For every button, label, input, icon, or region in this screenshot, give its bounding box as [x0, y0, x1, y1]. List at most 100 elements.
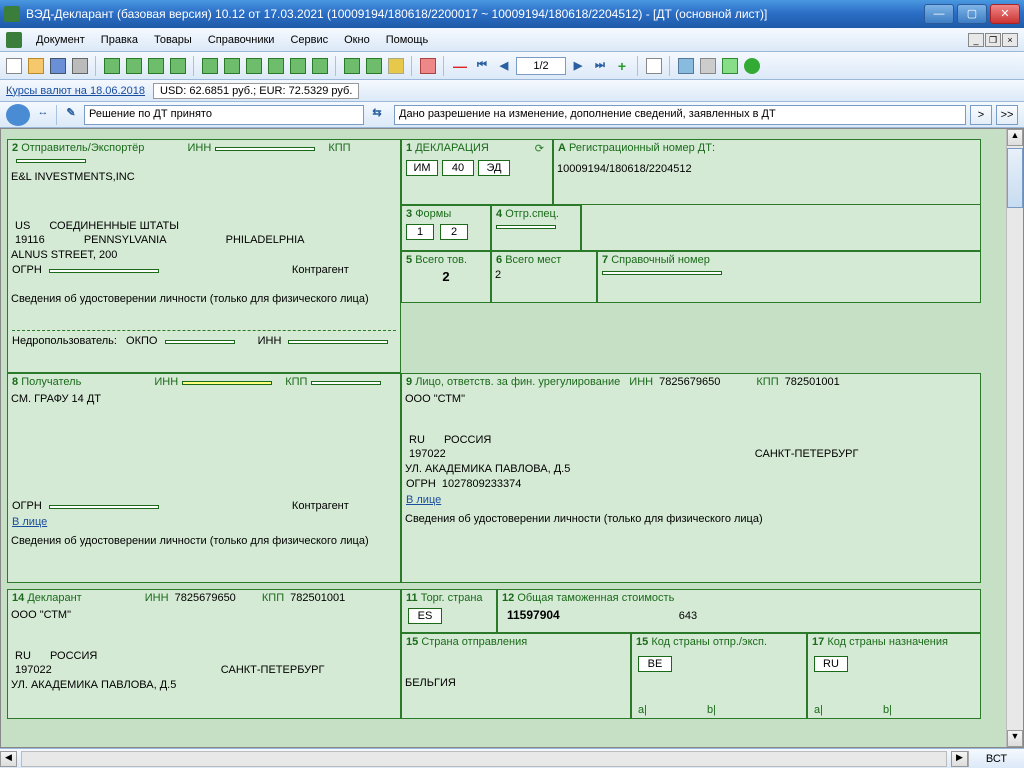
- c14-street[interactable]: УЛ. АКАДЕМИКА ПАВЛОВА, Д.5: [8, 678, 400, 692]
- mdi-restore[interactable]: ❐: [985, 33, 1001, 47]
- tb-ext4[interactable]: [742, 56, 762, 76]
- tb-g3[interactable]: [146, 56, 166, 76]
- nav-gtgt[interactable]: >>: [996, 105, 1018, 125]
- c2-okpo-field[interactable]: [165, 340, 235, 344]
- info-prev-icon[interactable]: ↔: [34, 106, 52, 124]
- c3-v2[interactable]: 2: [440, 224, 468, 240]
- c14-cc[interactable]: RU: [12, 649, 34, 663]
- tb-add[interactable]: +: [612, 56, 632, 76]
- mdi-close[interactable]: ×: [1002, 33, 1018, 47]
- tb-y1[interactable]: [386, 56, 406, 76]
- horizontal-scrollbar[interactable]: [21, 751, 947, 767]
- menu-help[interactable]: Помощь: [378, 31, 437, 49]
- c4-field[interactable]: [496, 225, 556, 229]
- c9-cc[interactable]: RU: [406, 433, 428, 447]
- c2-street[interactable]: ALNUS STREET, 200: [8, 248, 400, 262]
- c9-ogrn-val[interactable]: 1027809233374: [439, 477, 525, 491]
- mdi-minimize[interactable]: _: [968, 33, 984, 47]
- c17-val[interactable]: RU: [814, 656, 848, 672]
- menu-goods[interactable]: Товары: [146, 31, 200, 49]
- c12-v1[interactable]: 11597904: [504, 607, 563, 623]
- c8-kpp-field[interactable]: [311, 381, 381, 385]
- info-swap-icon[interactable]: ⇆: [368, 106, 386, 124]
- tb-g5[interactable]: [200, 56, 220, 76]
- tb-g7[interactable]: [244, 56, 264, 76]
- c2-name[interactable]: E&L INVESTMENTS,INC: [8, 170, 400, 184]
- tb-check[interactable]: [644, 56, 664, 76]
- c1-40[interactable]: 40: [442, 160, 474, 176]
- tb-ext3[interactable]: [720, 56, 740, 76]
- c8-inn-field[interactable]: [182, 381, 272, 385]
- c7-field[interactable]: [602, 271, 722, 275]
- tb-del[interactable]: —: [450, 56, 470, 76]
- menu-document[interactable]: Документ: [28, 31, 93, 49]
- tb-g4[interactable]: [168, 56, 188, 76]
- tb-print[interactable]: [70, 56, 90, 76]
- c14-city[interactable]: САНКТ-ПЕТЕРБУРГ: [218, 663, 328, 677]
- c14-zip[interactable]: 197022: [12, 663, 55, 677]
- scroll-thumb[interactable]: [1007, 148, 1023, 208]
- tb-open[interactable]: [26, 56, 46, 76]
- c1-ed[interactable]: ЭД: [478, 160, 510, 176]
- c8-text[interactable]: СМ. ГРАФУ 14 ДТ: [8, 392, 400, 406]
- c2-region[interactable]: PENNSYLVANIA: [81, 233, 170, 247]
- minimize-button[interactable]: —: [924, 4, 954, 24]
- rates-link[interactable]: Курсы валют на 18.06.2018: [6, 85, 145, 97]
- c15-val[interactable]: БЕЛЬГИЯ: [402, 676, 630, 690]
- tb-g12[interactable]: [364, 56, 384, 76]
- scroll-up-icon[interactable]: ▲: [1007, 129, 1023, 146]
- c15k-val[interactable]: BE: [638, 656, 672, 672]
- c2-ogrn-field[interactable]: [49, 269, 159, 273]
- c5-val[interactable]: 2: [402, 268, 490, 285]
- decision-status-field[interactable]: Решение по ДТ принято: [84, 105, 364, 125]
- c9-city[interactable]: САНКТ-ПЕТЕРБУРГ: [752, 447, 862, 461]
- c9-street[interactable]: УЛ. АКАДЕМИКА ПАВЛОВА, Д.5: [402, 462, 980, 476]
- vertical-scrollbar[interactable]: ▲ ▼: [1006, 129, 1023, 747]
- c9-name[interactable]: ООО "СТМ": [402, 392, 980, 406]
- nav-gt[interactable]: >: [970, 105, 992, 125]
- tb-ext2[interactable]: [698, 56, 718, 76]
- menu-window[interactable]: Окно: [336, 31, 378, 49]
- page-field[interactable]: [516, 57, 566, 75]
- tb-g6[interactable]: [222, 56, 242, 76]
- doc-nav-icon[interactable]: [6, 104, 30, 126]
- c6-val[interactable]: 2: [492, 268, 596, 282]
- info-edit-icon[interactable]: ✎: [62, 106, 80, 124]
- tb-g8[interactable]: [266, 56, 286, 76]
- tb-g1[interactable]: [102, 56, 122, 76]
- tb-g9[interactable]: [288, 56, 308, 76]
- c2-cc[interactable]: US: [12, 219, 33, 233]
- c14-country[interactable]: РОССИЯ: [47, 649, 100, 663]
- menu-edit[interactable]: Правка: [93, 31, 146, 49]
- c12-v2[interactable]: 643: [676, 609, 700, 623]
- hscroll-left[interactable]: ◀: [0, 751, 17, 767]
- close-button[interactable]: ✕: [990, 4, 1020, 24]
- tb-ext1[interactable]: [676, 56, 696, 76]
- c9-vlice[interactable]: В лице: [406, 494, 441, 506]
- tb-prev[interactable]: ◀: [494, 56, 514, 76]
- tb-misc1[interactable]: [418, 56, 438, 76]
- tb-last[interactable]: ⏭: [590, 56, 610, 76]
- tb-next[interactable]: ▶: [568, 56, 588, 76]
- hscroll-right[interactable]: ▶: [951, 751, 968, 767]
- tb-g10[interactable]: [310, 56, 330, 76]
- c2-kpp-field[interactable]: [16, 159, 86, 163]
- c2-country[interactable]: СОЕДИНЕННЫЕ ШТАТЫ: [46, 219, 182, 233]
- menu-service[interactable]: Сервис: [282, 31, 336, 49]
- c14-inn-val[interactable]: 7825679650: [172, 591, 239, 605]
- tb-g2[interactable]: [124, 56, 144, 76]
- c3-v1[interactable]: 1: [406, 224, 434, 240]
- c2-city[interactable]: PHILADELPHIA: [223, 233, 308, 247]
- c8-vlice[interactable]: В лице: [12, 516, 47, 528]
- c2-zip[interactable]: 19116: [12, 233, 48, 247]
- permission-field[interactable]: Дано разрешение на изменение, дополнение…: [394, 105, 966, 125]
- c9-inn-val[interactable]: 7825679650: [656, 375, 723, 389]
- tb-g11[interactable]: [342, 56, 362, 76]
- tb-new[interactable]: [4, 56, 24, 76]
- c9-zip[interactable]: 197022: [406, 447, 449, 461]
- tb-first[interactable]: ⏮: [472, 56, 492, 76]
- cA-val[interactable]: 10009194/180618/2204512: [554, 162, 980, 176]
- tb-save[interactable]: [48, 56, 68, 76]
- c14-name[interactable]: ООО "СТМ": [8, 608, 400, 622]
- c2-inn-field[interactable]: [215, 147, 315, 151]
